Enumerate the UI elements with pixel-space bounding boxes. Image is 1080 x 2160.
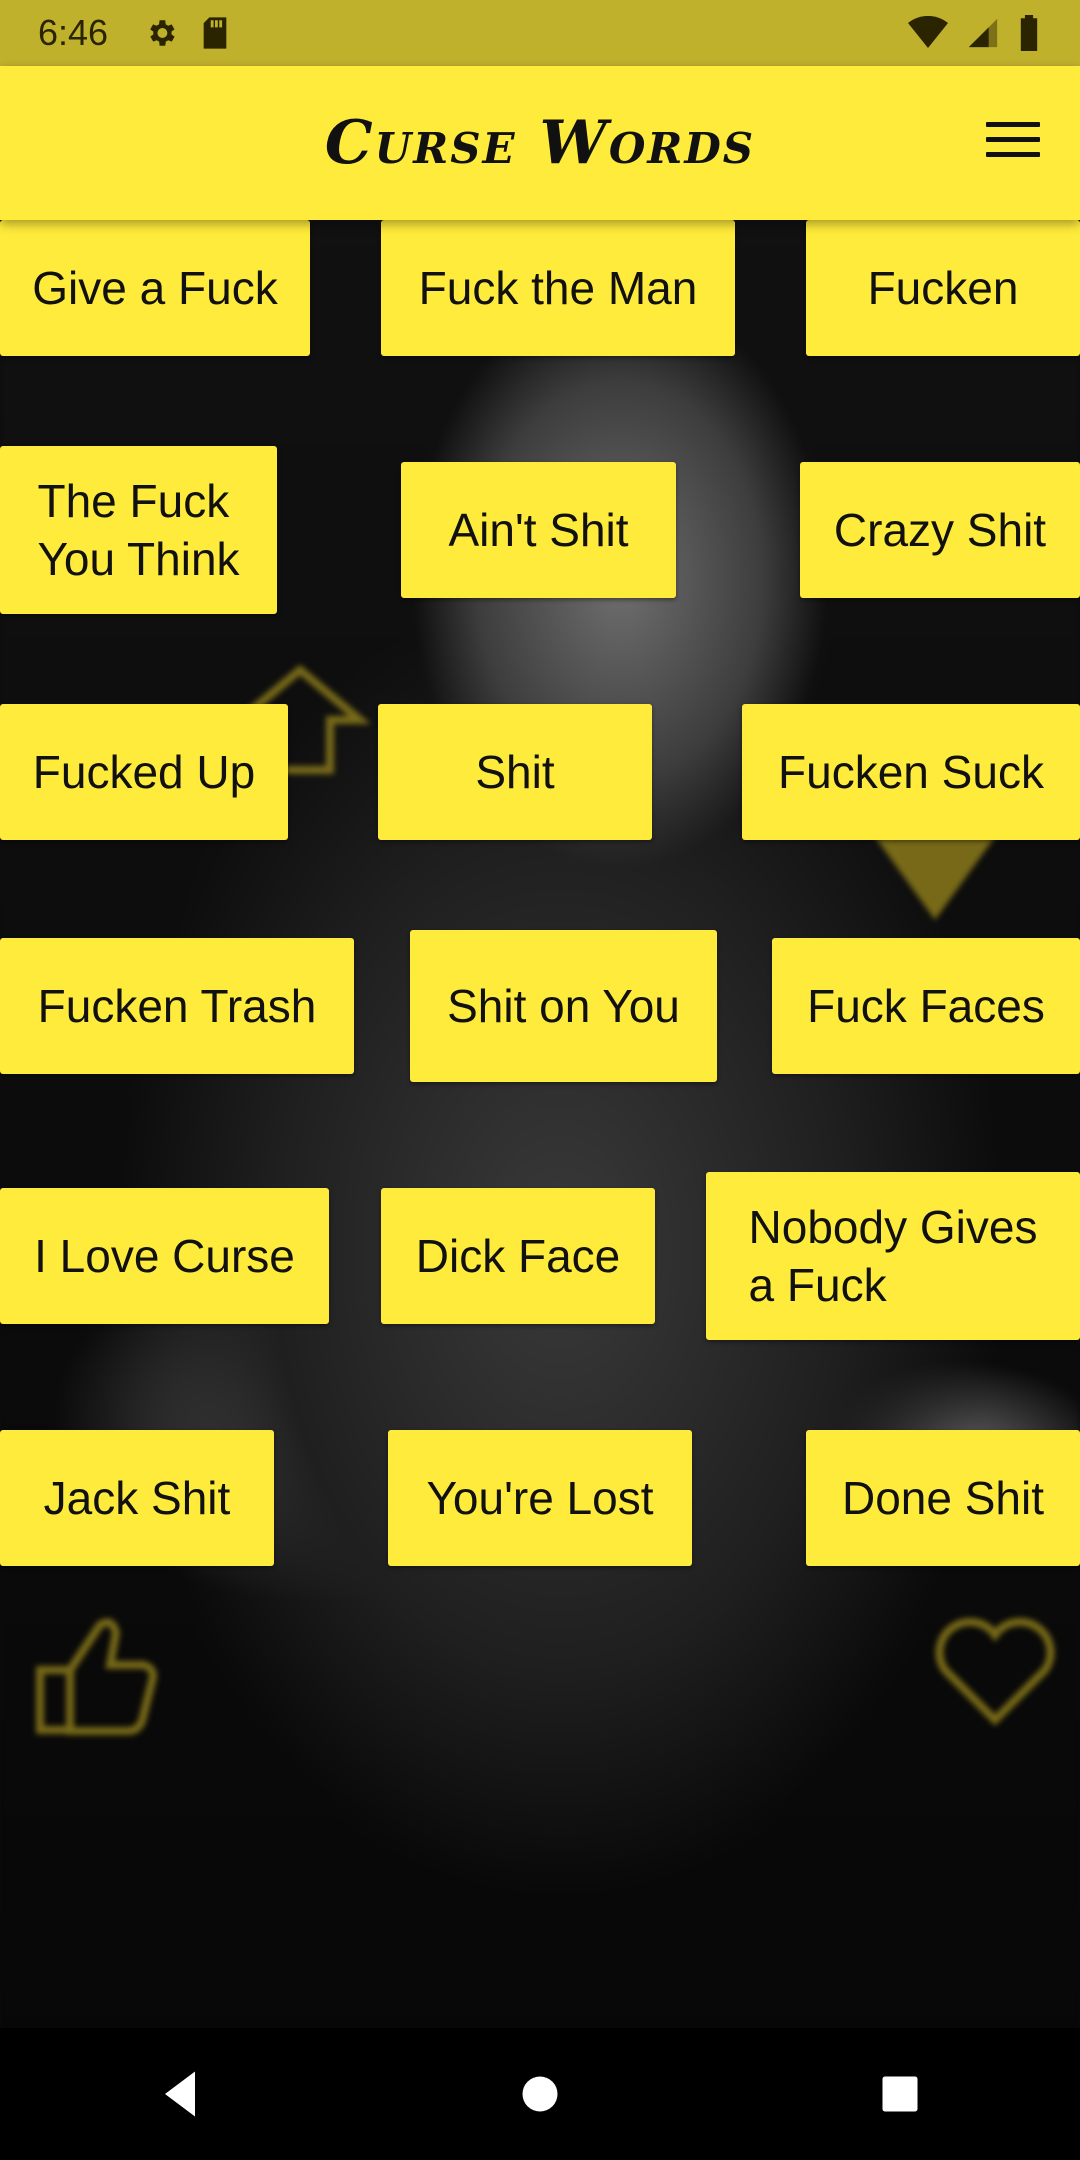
- word-button-fuck-the-man[interactable]: Fuck the Man: [381, 220, 735, 356]
- word-button-done-shit[interactable]: Done Shit: [806, 1430, 1080, 1566]
- word-button-give-a-fuck[interactable]: Give a Fuck: [0, 220, 310, 356]
- word-button-crazy-shit[interactable]: Crazy Shit: [800, 462, 1080, 598]
- navigation-bar: [0, 2028, 1080, 2160]
- battery-icon: [1020, 15, 1038, 51]
- app-bar: Curse Words: [0, 66, 1080, 220]
- word-button-aint-shit[interactable]: Ain't Shit: [401, 462, 676, 598]
- heart-icon: [935, 1618, 1055, 1726]
- status-time: 6:46: [38, 12, 109, 53]
- app-title: Curse Words: [324, 108, 756, 178]
- home-icon[interactable]: [510, 2064, 570, 2124]
- signal-icon: [968, 18, 998, 48]
- recents-icon[interactable]: [870, 2064, 930, 2124]
- word-button-youre-lost[interactable]: You're Lost: [388, 1430, 692, 1566]
- gear-icon: [150, 20, 175, 46]
- word-button-fucked-up[interactable]: Fucked Up: [0, 704, 288, 840]
- word-button-i-love-curse[interactable]: I Love Curse: [0, 1188, 329, 1324]
- status-bar: 6:46: [0, 0, 1080, 66]
- hamburger-menu-icon[interactable]: [986, 122, 1040, 164]
- word-button-shit-on-you[interactable]: Shit on You: [410, 930, 717, 1082]
- word-button-shit[interactable]: Shit: [378, 704, 652, 840]
- wifi-icon: [908, 16, 948, 48]
- word-button-the-fuck-you-think[interactable]: The Fuck You Think: [0, 446, 277, 614]
- word-button-fucken[interactable]: Fucken: [806, 220, 1080, 356]
- word-button-dick-face[interactable]: Dick Face: [381, 1188, 655, 1324]
- sd-card-icon: [203, 17, 227, 49]
- word-button-fucken-trash[interactable]: Fucken Trash: [0, 938, 354, 1074]
- word-button-jack-shit[interactable]: Jack Shit: [0, 1430, 274, 1566]
- word-button-fuck-faces[interactable]: Fuck Faces: [772, 938, 1080, 1074]
- word-button-fucken-suck[interactable]: Fucken Suck: [742, 704, 1080, 840]
- thumbs-up-icon: [36, 1618, 157, 1735]
- word-button-nobody-gives-a-fuck[interactable]: Nobody Gives a Fuck: [706, 1172, 1080, 1340]
- back-icon[interactable]: [150, 2064, 210, 2124]
